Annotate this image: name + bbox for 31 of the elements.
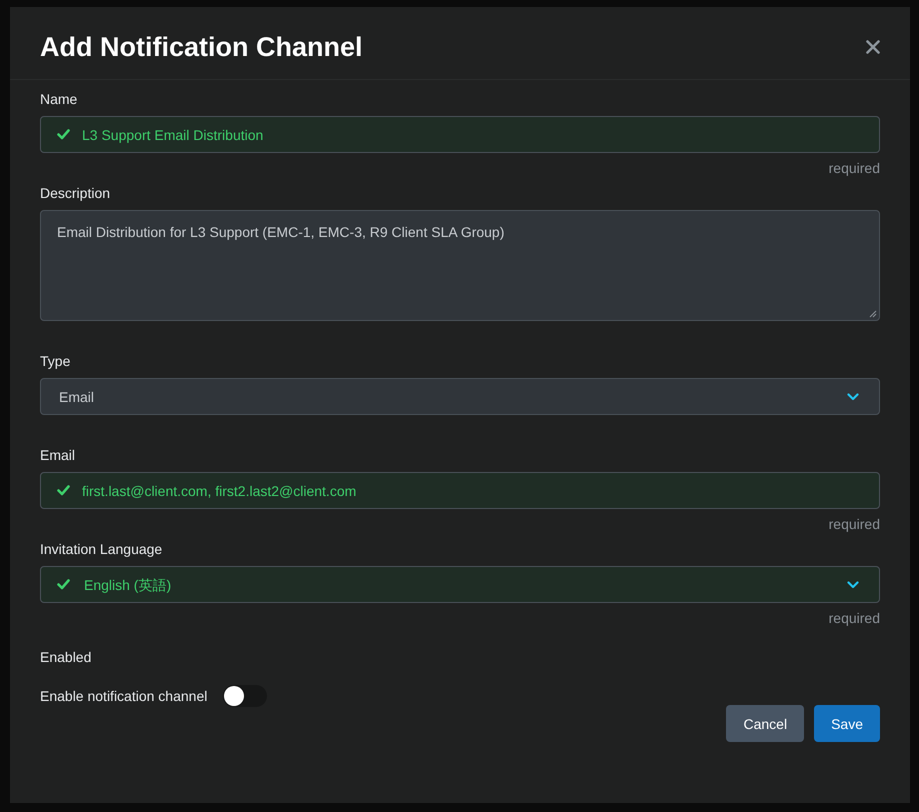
required-hint: required: [828, 515, 880, 534]
field-value: Email Distribution for L3 Support (EMC-1, EMC-3, R9 Client SLA Group): [57, 224, 504, 240]
toggle-label: Enable notification channel: [40, 687, 208, 706]
text-field[interactable]: L3 Support Email Distribution: [40, 116, 880, 153]
dialog-title: Add Notification Channel: [40, 31, 362, 64]
save-button[interactable]: Save: [814, 705, 880, 742]
chevron-down-icon: [847, 392, 859, 400]
field-value: English (英語): [83, 576, 172, 594]
select-field[interactable]: Email: [40, 378, 880, 415]
text-field[interactable]: first.last@client.com, first2.last2@client.com: [40, 472, 880, 509]
section-label: Enabled: [40, 648, 92, 667]
cancel-button[interactable]: Cancel: [726, 705, 804, 742]
chevron-down-icon: [847, 580, 859, 588]
resize-handle-icon[interactable]: [869, 310, 877, 318]
field-value: Email: [58, 388, 96, 406]
field-label: Description: [40, 184, 112, 203]
field-label: Name: [40, 90, 78, 109]
check-icon: [57, 129, 70, 140]
field-value: first.last@client.com, first2.last2@client.com: [82, 482, 356, 500]
close-icon: [866, 40, 880, 54]
check-icon: [57, 579, 70, 590]
field-label: Email: [40, 446, 76, 465]
select-field[interactable]: English (英語): [40, 566, 880, 603]
required-hint: required: [828, 609, 880, 628]
text-area[interactable]: Email Distribution for L3 Support (EMC-1, EMC-3, R9 Client SLA Group): [40, 210, 880, 321]
check-icon: [57, 485, 70, 496]
field-value: L3 Support Email Distribution: [82, 126, 264, 144]
toggle-switch[interactable]: [223, 685, 268, 707]
required-hint: required: [828, 159, 880, 178]
field-label: Invitation Language: [40, 540, 164, 559]
field-label: Type: [40, 352, 72, 371]
